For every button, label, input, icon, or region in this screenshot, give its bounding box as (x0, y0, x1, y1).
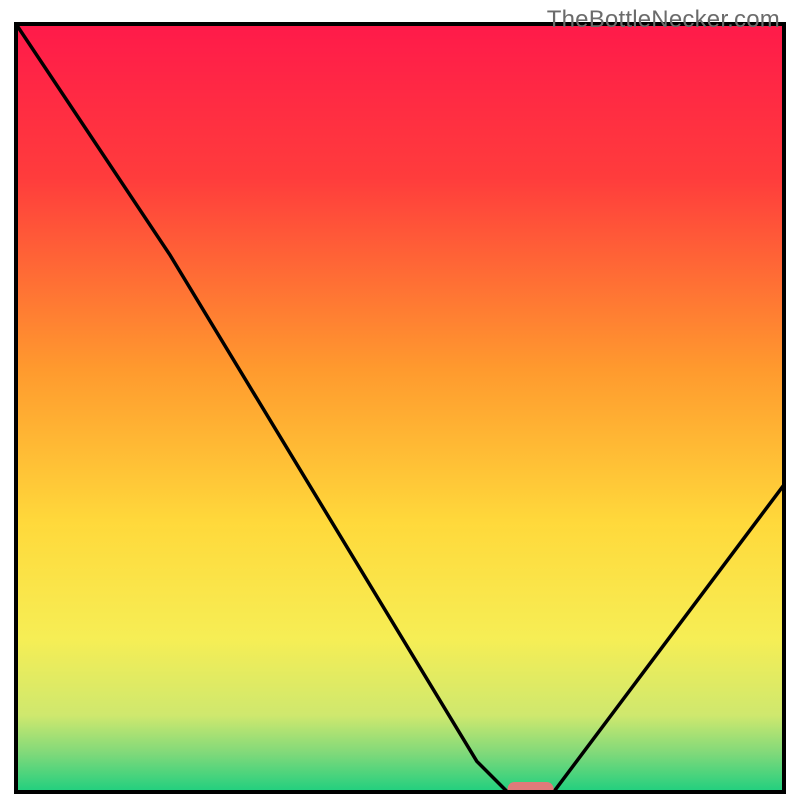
chart-container: TheBottleNecker.com (0, 0, 800, 800)
bottleneck-chart (0, 0, 800, 800)
gradient-background (16, 24, 784, 792)
attribution-watermark: TheBottleNecker.com (547, 6, 780, 34)
